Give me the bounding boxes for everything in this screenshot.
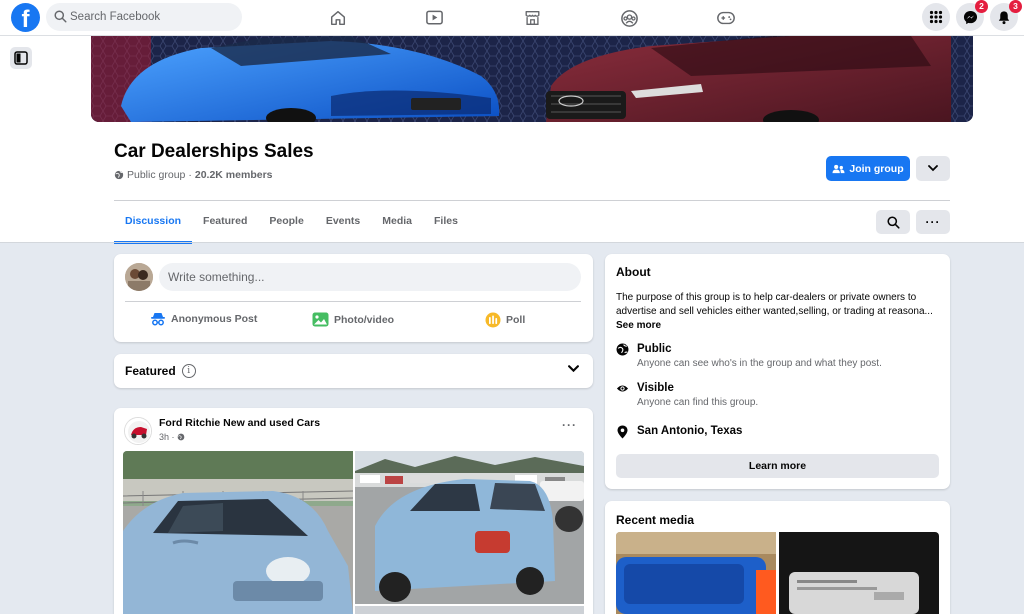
poll-label: Poll bbox=[506, 314, 526, 326]
location-pin-icon bbox=[617, 425, 628, 439]
group-members-count[interactable]: 20.2K members bbox=[195, 169, 273, 181]
sidebar-toggle-button[interactable] bbox=[10, 47, 32, 69]
recent-media-card: Recent media bbox=[605, 501, 950, 614]
chevron-down-icon[interactable] bbox=[568, 365, 579, 373]
photo-video-button[interactable]: Photo/video bbox=[312, 312, 394, 327]
post-photo-3[interactable] bbox=[355, 606, 584, 614]
featured-heading: Featured i bbox=[125, 364, 196, 378]
meta-separator: · bbox=[188, 169, 192, 181]
visible-description: Anyone can find this group. bbox=[637, 397, 759, 408]
composer-divider bbox=[125, 301, 581, 302]
header-divider bbox=[114, 200, 950, 201]
recent-media-photo-1[interactable] bbox=[616, 532, 776, 614]
group-search-button[interactable] bbox=[876, 210, 910, 234]
post-timestamp[interactable]: 3h · bbox=[159, 432, 185, 442]
sidebar-toggle-icon bbox=[14, 51, 28, 65]
tab-media[interactable]: Media bbox=[371, 202, 423, 242]
messenger-button[interactable]: 2 bbox=[956, 0, 988, 31]
post-options-button[interactable]: ··· bbox=[562, 418, 577, 432]
post-author-avatar[interactable] bbox=[124, 417, 152, 445]
globe-icon bbox=[177, 433, 184, 441]
globe-icon bbox=[114, 170, 124, 180]
messenger-badge: 2 bbox=[975, 0, 988, 13]
poll-button[interactable]: Poll bbox=[485, 312, 525, 328]
post-time-text: 3h · bbox=[159, 432, 175, 442]
search-icon bbox=[886, 215, 900, 229]
featured-label: Featured bbox=[125, 364, 176, 378]
group-title[interactable]: Car Dealerships Sales bbox=[114, 141, 314, 163]
notifications-button[interactable]: 3 bbox=[990, 0, 1022, 31]
feed-post: Ford Ritchie New and used Cars 3h · ··· bbox=[114, 408, 593, 614]
tab-discussion[interactable]: Discussion bbox=[114, 202, 193, 244]
groups-icon[interactable] bbox=[617, 6, 641, 30]
join-group-label: Join group bbox=[849, 162, 904, 175]
top-navigation-bar: f 2 3 bbox=[0, 0, 1024, 36]
search-input[interactable] bbox=[70, 3, 235, 31]
tab-files[interactable]: Files bbox=[423, 202, 469, 242]
eye-icon bbox=[616, 385, 629, 392]
anonymous-post-label: Anonymous Post bbox=[171, 313, 258, 325]
tab-events[interactable]: Events bbox=[315, 202, 371, 242]
post-composer: Anonymous Post Photo/video Poll bbox=[114, 254, 593, 342]
photo-video-label: Photo/video bbox=[334, 313, 395, 326]
gaming-icon[interactable] bbox=[714, 6, 738, 30]
post-author-name[interactable]: Ford Ritchie New and used Cars bbox=[159, 417, 320, 429]
facebook-logo[interactable]: f bbox=[11, 3, 40, 32]
home-icon[interactable] bbox=[326, 6, 350, 30]
about-card: About The purpose of this group is to he… bbox=[605, 254, 950, 489]
about-description-text: The purpose of this group is to help car… bbox=[616, 292, 933, 317]
location-text[interactable]: San Antonio, Texas bbox=[637, 425, 742, 437]
video-icon[interactable] bbox=[422, 6, 446, 30]
tab-people[interactable]: People bbox=[258, 202, 314, 242]
group-options-dropdown[interactable] bbox=[916, 156, 950, 181]
chevron-down-icon bbox=[928, 165, 938, 172]
public-title: Public bbox=[637, 343, 672, 355]
marketplace-icon[interactable] bbox=[520, 6, 544, 30]
user-avatar[interactable] bbox=[125, 263, 153, 291]
info-icon[interactable]: i bbox=[181, 364, 196, 378]
group-more-button[interactable]: ··· bbox=[916, 210, 950, 234]
learn-more-button[interactable]: Learn more bbox=[616, 454, 939, 478]
anonymous-icon bbox=[151, 313, 165, 326]
privacy-public-row: Public Anyone can see who's in the group… bbox=[616, 343, 882, 369]
poll-icon bbox=[485, 312, 501, 328]
join-group-icon bbox=[832, 164, 845, 173]
search-icon bbox=[54, 10, 67, 23]
about-description: The purpose of this group is to help car… bbox=[616, 291, 941, 333]
post-photo-2[interactable] bbox=[355, 451, 584, 604]
join-group-button[interactable]: Join group bbox=[826, 156, 910, 181]
visible-title: Visible bbox=[637, 382, 674, 394]
globe-icon bbox=[616, 343, 629, 356]
tab-featured[interactable]: Featured bbox=[192, 202, 258, 242]
location-row: San Antonio, Texas bbox=[616, 425, 742, 439]
see-more-link[interactable]: See more bbox=[616, 320, 661, 331]
featured-section[interactable]: Featured i bbox=[114, 354, 593, 388]
anonymous-post-button[interactable]: Anonymous Post bbox=[150, 312, 257, 326]
header-bottom-border bbox=[0, 242, 1024, 243]
bell-icon bbox=[998, 10, 1010, 24]
recent-media-heading: Recent media bbox=[616, 513, 695, 527]
cover-photo bbox=[91, 36, 973, 122]
visibility-row: Visible Anyone can find this group. bbox=[616, 382, 758, 408]
group-tabs: Discussion Featured People Events Media … bbox=[114, 202, 469, 244]
post-photo-1[interactable] bbox=[123, 451, 353, 614]
group-privacy[interactable]: Public group bbox=[127, 169, 185, 181]
menu-grid-button[interactable] bbox=[922, 3, 950, 31]
about-heading: About bbox=[616, 265, 651, 279]
group-meta: Public group · 20.2K members bbox=[114, 169, 273, 181]
write-something-input[interactable] bbox=[159, 263, 581, 291]
notifications-badge: 3 bbox=[1009, 0, 1022, 13]
recent-media-photo-2[interactable] bbox=[779, 532, 939, 614]
public-description: Anyone can see who's in the group and wh… bbox=[637, 358, 882, 369]
messenger-icon bbox=[963, 10, 977, 24]
grid-icon bbox=[929, 10, 943, 24]
search-box[interactable] bbox=[46, 3, 242, 31]
photo-icon bbox=[312, 312, 329, 327]
